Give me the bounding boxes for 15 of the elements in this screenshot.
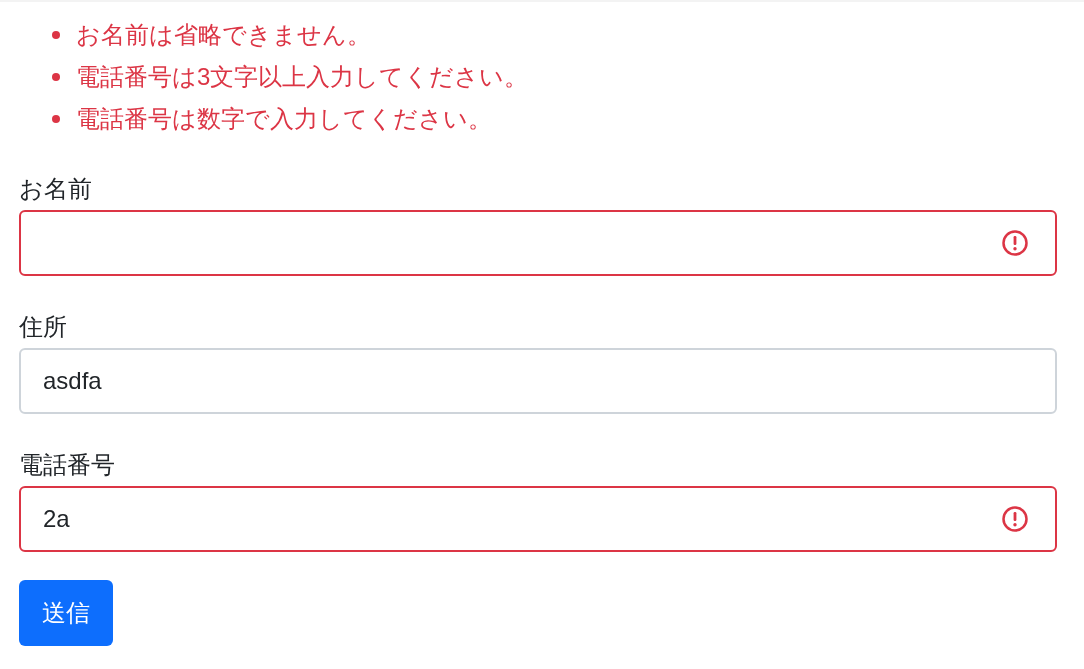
error-message: 電話番号は3文字以上入力してください。 [76,62,529,92]
field-label: 住所 [19,312,68,342]
warning-icon [1001,229,1029,257]
error-message: お名前は省略できません。 [76,20,371,50]
warning-icon [1001,505,1029,533]
bullet-icon [52,31,60,39]
field-label: お名前 [19,174,93,204]
bullet-icon [52,73,60,81]
input-field[interactable]: 2a [19,486,1057,552]
input-field[interactable]: asdfa [19,348,1057,414]
bullet-icon [52,115,60,123]
field-label: 電話番号 [19,450,116,480]
submit-button[interactable]: 送信 [19,580,113,646]
input-field[interactable] [19,210,1057,276]
error-message: 電話番号は数字で入力してください。 [76,104,492,134]
